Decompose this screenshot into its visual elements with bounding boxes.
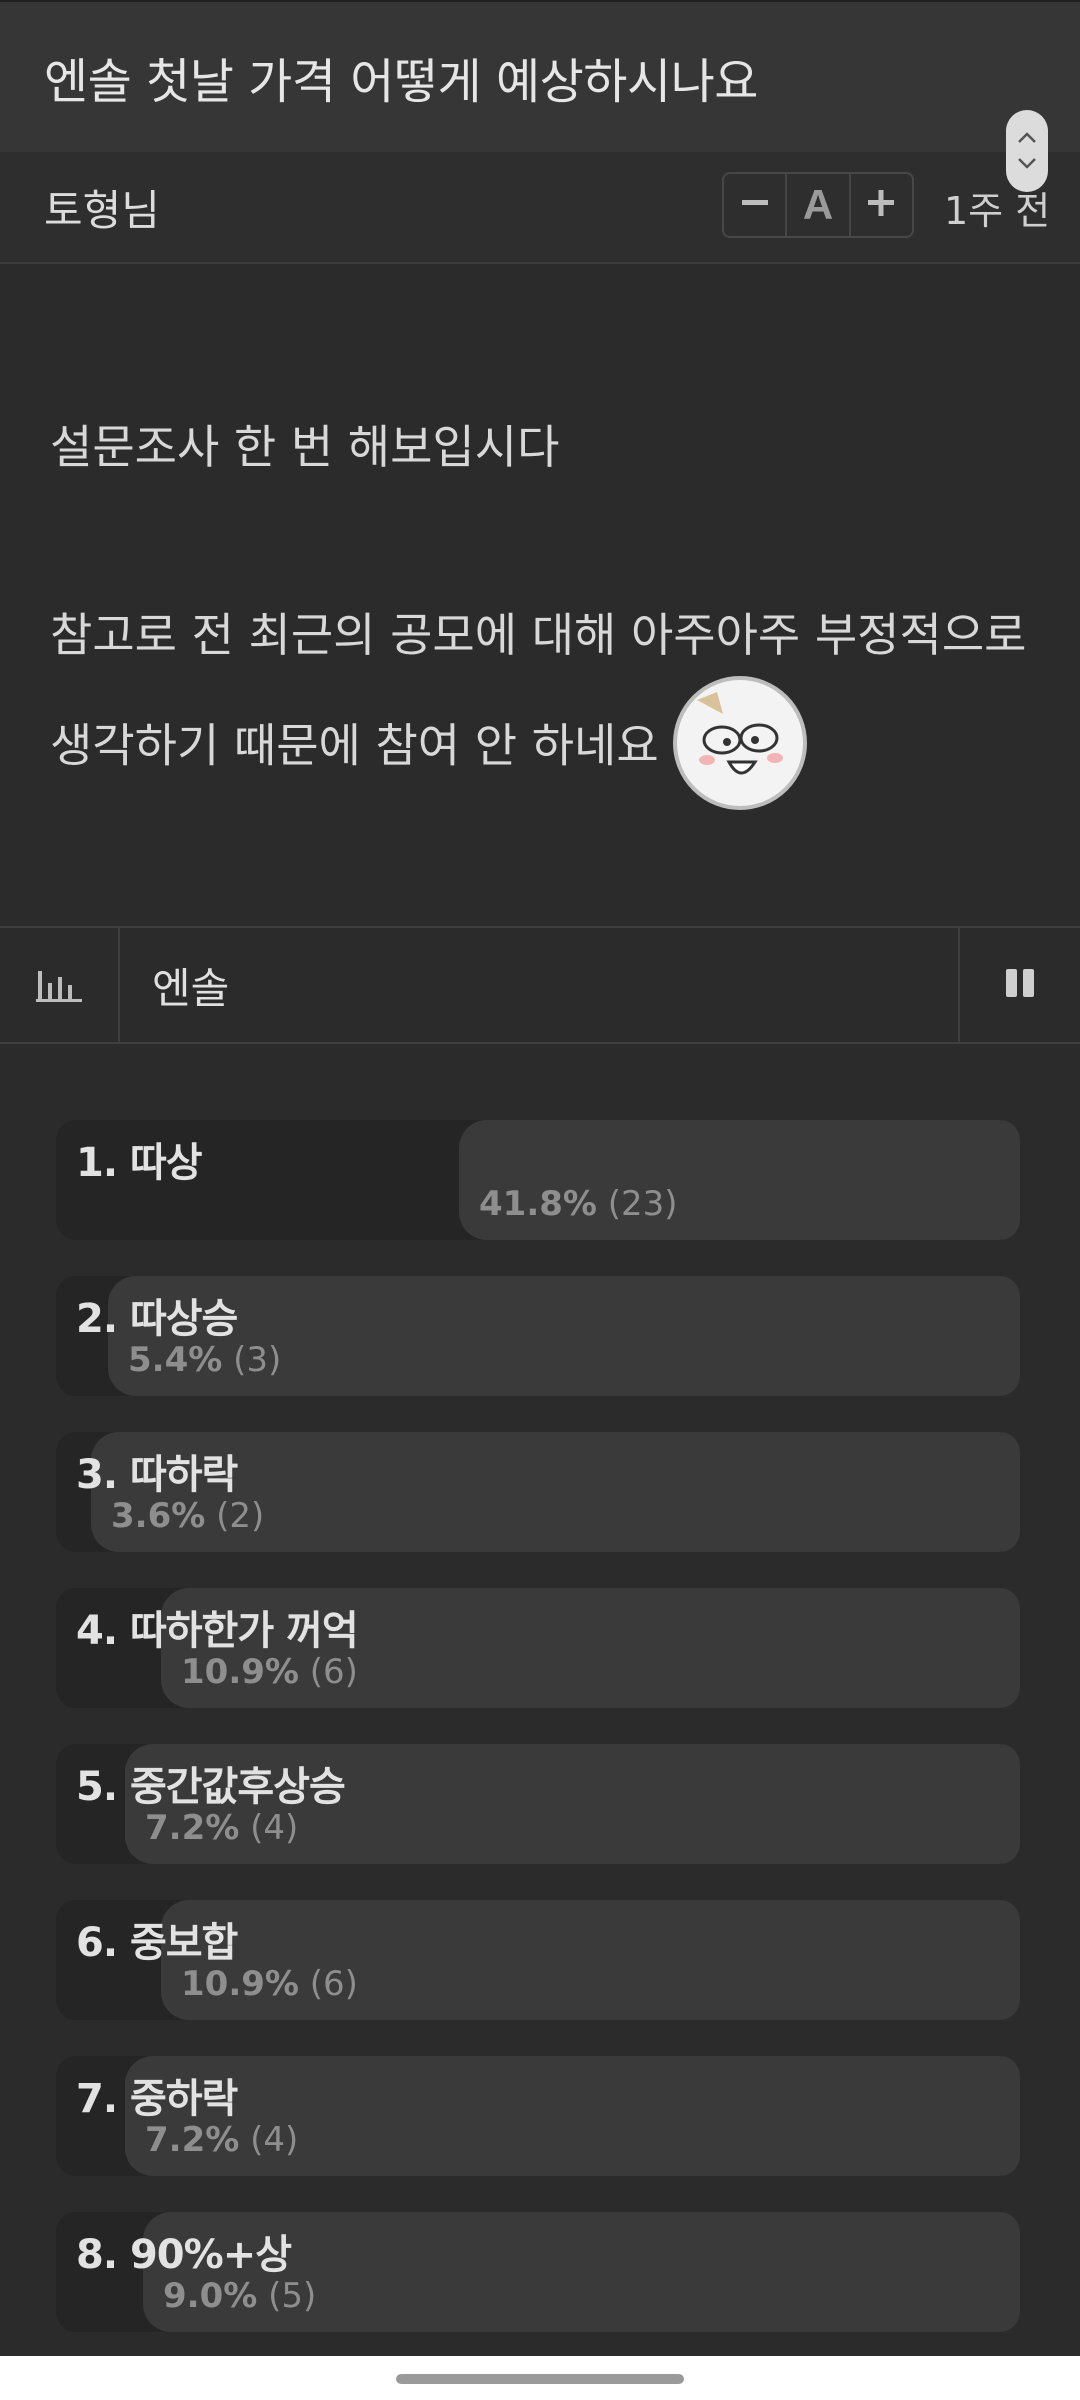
poll-option-percent: 10.9% [181,1964,299,2004]
poll-option[interactable]: 4. 따하한가 꺼억 10.9% (6) [56,1588,1020,1708]
font-size-control: A [722,172,914,238]
poll-option-label: 8. 90%+상 [76,2232,292,2278]
poll-option-result: 10.9% (6) [181,1964,358,2004]
post-body-line: 설문조사 한 번 해보입시다 [50,420,560,474]
poll-option-percent: 10.9% [181,1652,299,1692]
poll-option-label: 3. 따하락 [76,1452,238,1498]
post-body: 설문조사 한 번 해보입시다 참고로 전 최근의 공모에 대해 아주아주 부정적… [50,400,1050,816]
font-increase-button[interactable] [851,174,912,236]
poll-option-result: 9.0% (5) [163,2276,316,2316]
poll-option[interactable]: 1. 따상 41.8% (23) [56,1120,1020,1240]
poll-option-result: 3.6% (2) [111,1496,264,1536]
post-body-line: 생각하기 때문에 참여 안 하네요 [50,676,1050,816]
poll-option-count: (5) [268,2276,317,2316]
poll-option-result: 41.8% (23) [479,1184,678,1224]
poll-option-count: (3) [233,1340,282,1380]
poll-option-result: 7.2% (4) [145,2120,298,2160]
poll-option-result: 10.9% (6) [181,1652,358,1692]
poll-option-label: 4. 따하한가 꺼억 [76,1608,359,1654]
chevron-down-icon [1017,154,1037,173]
poll-option-label: 2. 따상승 [76,1296,238,1342]
poll-option-label: 6. 중보합 [76,1920,238,1966]
bar-chart-icon [34,963,84,1007]
poll-option[interactable]: 7. 중하락 7.2% (4) [56,2056,1020,2176]
poll-option-label: 5. 중간값후상승 [76,1764,346,1810]
title-bar: 엔솔 첫날 가격 어떻게 예상하시나요 [0,0,1080,152]
poll-option[interactable]: 8. 90%+상 9.0% (5) [56,2212,1020,2332]
post-body-line: 참고로 전 최근의 공모에 대해 아주아주 부정적으로 [50,608,1027,662]
plus-icon [866,188,896,222]
poll-option-count: (4) [250,2120,299,2160]
home-gesture-bar[interactable] [396,2374,684,2384]
poll-options: 1. 따상 41.8% (23) 2. 따상승 5.4% (3) 3. 따하락 3.6% … [56,1120,1020,2368]
post-body-line-text: 생각하기 때문에 참여 안 하네요 [50,718,659,773]
poll-option[interactable]: 3. 따하락 3.6% (2) [56,1432,1020,1552]
poll-option-count: (4) [250,1808,299,1848]
font-size-icon: A [802,181,834,228]
poll-option-percent: 7.2% [145,2120,240,2160]
poll-header: 엔솔 [0,926,1080,1044]
font-decrease-button[interactable] [724,174,788,236]
poll-option-percent: 41.8% [479,1184,597,1224]
poll-option-percent: 7.2% [145,1808,240,1848]
poll-option-percent: 3.6% [111,1496,206,1536]
poll-option[interactable]: 5. 중간값후상승 7.2% (4) [56,1744,1020,1864]
author-bar: 토형님 [0,152,1080,264]
poll-option-count: (6) [309,1652,358,1692]
poll-pause-button[interactable] [958,928,1080,1042]
chevron-up-icon [1017,129,1037,148]
poll-option-count: (6) [309,1964,358,2004]
poll-chart-button[interactable] [0,928,120,1042]
poll-title: 엔솔 [152,963,230,1013]
poll-option-percent: 5.4% [128,1340,223,1380]
pause-icon [1003,966,1037,1004]
poll-option[interactable]: 6. 중보합 10.9% (6) [56,1900,1020,2020]
emoticon-image [672,676,807,810]
minus-icon [740,188,770,222]
poll-option-label: 7. 중하락 [76,2076,238,2122]
scroll-handle[interactable] [1006,110,1048,192]
poll-option-count: (2) [216,1496,265,1536]
poll-option-label: 1. 따상 [76,1140,203,1186]
poll-option-percent: 9.0% [163,2276,258,2316]
font-reset-button[interactable]: A [787,174,851,236]
author-name[interactable]: 토형님 [44,177,160,238]
poll-option-result: 5.4% (3) [128,1340,281,1380]
poll-option-count: (23) [607,1184,678,1224]
poll-option[interactable]: 2. 따상승 5.4% (3) [56,1276,1020,1396]
poll-option-result: 7.2% (4) [145,1808,298,1848]
post-title: 엔솔 첫날 가격 어떻게 예상하시나요 [44,54,758,110]
